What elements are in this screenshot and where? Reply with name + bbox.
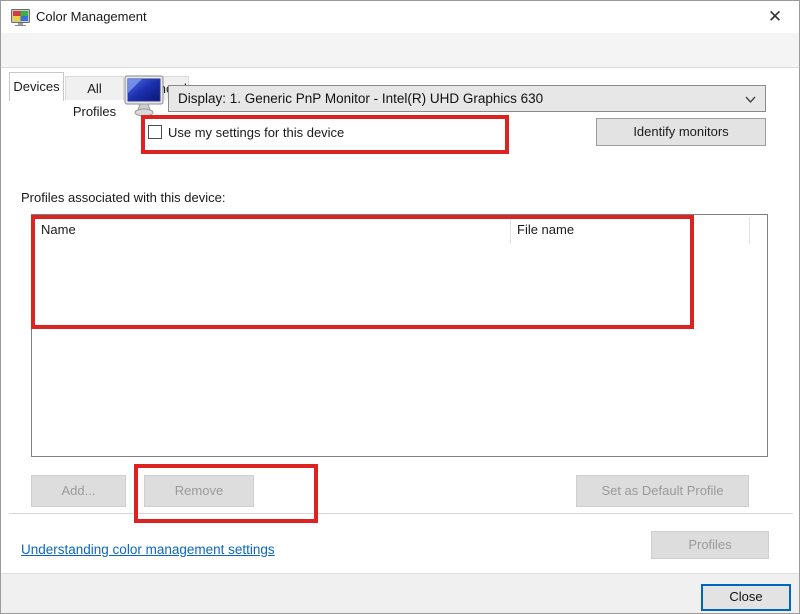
- use-settings-checkbox[interactable]: [148, 125, 162, 139]
- set-as-default-profile-button[interactable]: Set as Default Profile: [576, 475, 749, 507]
- column-divider: [510, 217, 511, 244]
- title-bar: Color Management ✕: [1, 1, 799, 33]
- profiles-list[interactable]: Name File name: [31, 214, 768, 457]
- close-button[interactable]: Close: [701, 584, 791, 611]
- identify-monitors-button[interactable]: Identify monitors: [596, 118, 766, 146]
- column-header-file-name[interactable]: File name: [517, 222, 574, 237]
- color-management-dialog: Color Management ✕ Devices All Profiles …: [0, 0, 800, 614]
- separator-line: [9, 513, 793, 514]
- use-settings-label: Use my settings for this device: [168, 125, 344, 140]
- color-management-app-icon: [11, 9, 30, 26]
- tab-strip: Devices All Profiles Advanced: [1, 33, 799, 68]
- tab-all-profiles[interactable]: All Profiles: [65, 76, 124, 100]
- tab-devices[interactable]: Devices: [9, 72, 64, 101]
- device-select[interactable]: Display: 1. Generic PnP Monitor - Intel(…: [168, 85, 766, 112]
- chevron-down-icon: [745, 94, 756, 105]
- remove-button[interactable]: Remove: [144, 475, 254, 507]
- monitor-icon: [122, 75, 166, 117]
- column-divider: [749, 217, 750, 244]
- understanding-color-management-link[interactable]: Understanding color management settings: [21, 542, 275, 557]
- window-title: Color Management: [36, 9, 147, 24]
- dialog-footer: [1, 573, 799, 614]
- add-button[interactable]: Add...: [31, 475, 126, 507]
- profiles-button[interactable]: Profiles: [651, 531, 769, 559]
- profiles-section-label: Profiles associated with this device:: [21, 190, 225, 205]
- column-header-name[interactable]: Name: [41, 222, 76, 237]
- close-window-icon[interactable]: ✕: [763, 5, 787, 29]
- device-select-value: Display: 1. Generic PnP Monitor - Intel(…: [178, 91, 543, 106]
